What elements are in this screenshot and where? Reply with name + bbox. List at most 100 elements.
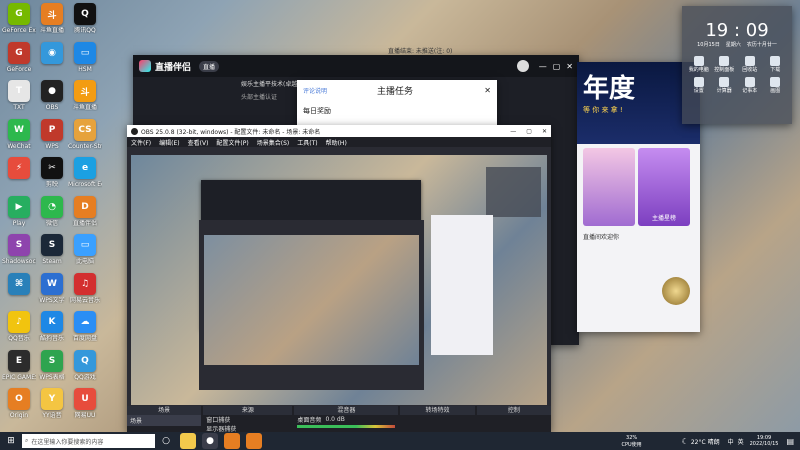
desktop-icon[interactable]: S ShadowsocksR 2020 bbox=[2, 234, 36, 274]
app-icon: W bbox=[41, 272, 63, 295]
widget-shortcut[interactable]: 记事本 bbox=[739, 77, 761, 94]
desktop-icon[interactable]: Q 腾讯QQ bbox=[68, 3, 102, 43]
desktop-icon[interactable]: 斗斗鱼直播 bbox=[35, 3, 69, 43]
desktop-icon[interactable]: T TXT bbox=[2, 80, 36, 120]
app-icon: P bbox=[41, 118, 63, 141]
shortcut-label: 计算器 bbox=[716, 88, 732, 94]
right-status: 直播结束: 未推送(注: 0) bbox=[388, 48, 453, 55]
desktop-icon[interactable]: ⚡ bbox=[2, 157, 36, 197]
desktop-icon[interactable]: ♪ QQ音乐 bbox=[2, 311, 36, 351]
menu-item[interactable]: 帮助(H) bbox=[326, 138, 347, 147]
desktop-icon[interactable]: ● OBS bbox=[35, 80, 69, 120]
menu-item[interactable]: 文件(F) bbox=[131, 138, 151, 147]
app-icon: ◉ bbox=[41, 41, 63, 64]
app-icon: Y bbox=[41, 388, 63, 410]
nested-clock bbox=[486, 167, 541, 217]
weather-text[interactable]: 22°C 晴朗 bbox=[691, 437, 720, 446]
daily-reward: 每日奖励 bbox=[303, 107, 331, 115]
app-icon: ♫ bbox=[74, 272, 96, 295]
menu-item[interactable]: 编辑(E) bbox=[159, 138, 179, 147]
shortcut-label: 控制面板 bbox=[714, 67, 735, 73]
desktop-icon-label: 百度网盘 bbox=[72, 335, 97, 342]
desktop-icon-label: WPS文字 bbox=[39, 296, 65, 304]
desktop-icon[interactable]: ✂ 剪映 bbox=[35, 157, 69, 197]
tab-notice[interactable]: 评论说明 bbox=[303, 86, 327, 95]
desktop-icon[interactable]: ⌘ bbox=[2, 272, 36, 313]
close-icon[interactable]: ✕ bbox=[484, 86, 491, 95]
live-companion-taskbar-icon[interactable] bbox=[224, 433, 240, 449]
desktop-icon-label: WPS bbox=[45, 142, 59, 150]
weather-icon[interactable]: ☾ bbox=[682, 437, 689, 446]
notification-icon[interactable]: ▤ bbox=[786, 437, 794, 446]
widget-shortcut[interactable]: 下载 bbox=[765, 56, 787, 73]
app-icon: U bbox=[74, 388, 96, 410]
widget-shortcut[interactable]: 设置 bbox=[688, 77, 710, 94]
app-icon: ✂ bbox=[41, 157, 63, 179]
scene-item[interactable]: 场景 bbox=[127, 415, 202, 426]
desktop-icon[interactable]: 斗斗鱼直播 bbox=[68, 80, 102, 120]
desktop-icon[interactable]: ♫ 网易云音乐 bbox=[68, 272, 102, 313]
widget-shortcut[interactable]: 我的电脑 bbox=[688, 56, 710, 73]
app-icon: ⌘ bbox=[8, 272, 30, 295]
shortcut-label: 回收站 bbox=[742, 67, 758, 73]
desktop-icon[interactable]: ▭ HSM bbox=[68, 41, 102, 82]
minimize-icon[interactable]: — bbox=[539, 62, 547, 71]
tray-lang[interactable]: 中 bbox=[728, 437, 734, 446]
avatar[interactable] bbox=[516, 60, 529, 72]
volume-meter[interactable] bbox=[297, 425, 396, 428]
desktop-icon[interactable]: Y YY语音 bbox=[35, 388, 69, 428]
close-icon[interactable]: ✕ bbox=[566, 62, 573, 71]
desktop-icon-label: QQ音乐 bbox=[8, 335, 30, 342]
desktop-icon[interactable]: W WeChat bbox=[2, 118, 36, 159]
windows-start-icon[interactable]: ⊞ bbox=[3, 433, 19, 449]
app-taskbar-icon[interactable] bbox=[246, 433, 262, 449]
menu-item[interactable]: 工具(T) bbox=[297, 138, 317, 147]
menu-item[interactable]: 配置文件(P) bbox=[216, 138, 248, 147]
desktop-icon[interactable]: ◉ bbox=[35, 41, 69, 82]
desktop-icon[interactable]: G GeForce Experience bbox=[2, 3, 36, 43]
desktop-icon[interactable]: S WPS表格 bbox=[35, 349, 69, 390]
desktop-icon[interactable]: S Steam bbox=[35, 234, 69, 274]
desktop-icon[interactable]: ◔ 微信 bbox=[35, 195, 69, 236]
maximize-icon[interactable]: ▢ bbox=[526, 128, 532, 135]
desktop-icon[interactable]: K 酷狗音乐 bbox=[35, 311, 69, 351]
streamer-card[interactable] bbox=[583, 148, 635, 226]
maximize-icon[interactable]: ▢ bbox=[553, 62, 561, 71]
desktop-icon[interactable]: G GeForce bbox=[2, 41, 36, 82]
desktop-icon[interactable]: CSCounter-Strike Global bbox=[68, 118, 102, 159]
desktop-icon[interactable]: W WPS文字 bbox=[35, 272, 69, 313]
close-icon[interactable]: ✕ bbox=[542, 128, 547, 135]
tray-input[interactable]: 英 bbox=[738, 437, 744, 446]
desktop-icon[interactable]: ☁ 百度网盘 bbox=[68, 311, 102, 351]
widget-shortcut[interactable]: 回收站 bbox=[739, 56, 761, 73]
app-logo-icon bbox=[139, 60, 151, 72]
taskbar-search-input[interactable]: ⌕ 在这里输入你要搜索的内容 bbox=[22, 434, 155, 448]
game-emblem-icon[interactable] bbox=[662, 277, 690, 305]
desktop-icon[interactable]: D 直播伴侣 bbox=[68, 195, 102, 236]
desktop-icon[interactable]: ▶ Play bbox=[2, 195, 36, 236]
widget-shortcut[interactable]: 计算器 bbox=[714, 77, 736, 94]
desktop-icon-label: GeForce Experience bbox=[2, 27, 36, 34]
desktop-icon[interactable]: e Microsoft Edge bbox=[68, 157, 102, 197]
minimize-icon[interactable]: — bbox=[510, 128, 516, 135]
desktop-icon[interactable]: O Origin bbox=[2, 388, 36, 428]
obs-taskbar-icon[interactable]: ● bbox=[202, 433, 218, 449]
source-item[interactable]: 窗口捕获 bbox=[203, 415, 292, 424]
desktop-icon[interactable]: Q QQ游戏 bbox=[68, 349, 102, 390]
menu-item[interactable]: 场景集合(S) bbox=[257, 138, 290, 147]
shortcut-icon bbox=[744, 77, 755, 87]
desktop-icon-label: EPIC GAMES bbox=[2, 373, 36, 381]
banner-card[interactable]: 主播星榜 bbox=[638, 148, 690, 226]
widget-shortcut[interactable]: 控制面板 bbox=[714, 56, 736, 73]
menu-item[interactable]: 查看(V) bbox=[188, 138, 209, 147]
dock-title: 控制 bbox=[476, 406, 551, 415]
task-view-icon[interactable]: ○ bbox=[158, 433, 174, 449]
desktop-icon[interactable]: P WPS bbox=[35, 118, 69, 159]
widget-shortcut[interactable]: 画图 bbox=[765, 77, 787, 94]
file-explorer-icon[interactable] bbox=[180, 433, 196, 449]
desktop-icon[interactable]: ▭ 此电脑 bbox=[68, 234, 102, 274]
desktop-icon[interactable]: U 网易UU bbox=[68, 388, 102, 428]
desktop-icon[interactable]: E EPIC GAMES bbox=[2, 349, 36, 390]
taskbar-clock[interactable]: 19:09 2022/10/15 bbox=[750, 435, 779, 447]
live-badge[interactable]: 直播 bbox=[199, 60, 220, 72]
